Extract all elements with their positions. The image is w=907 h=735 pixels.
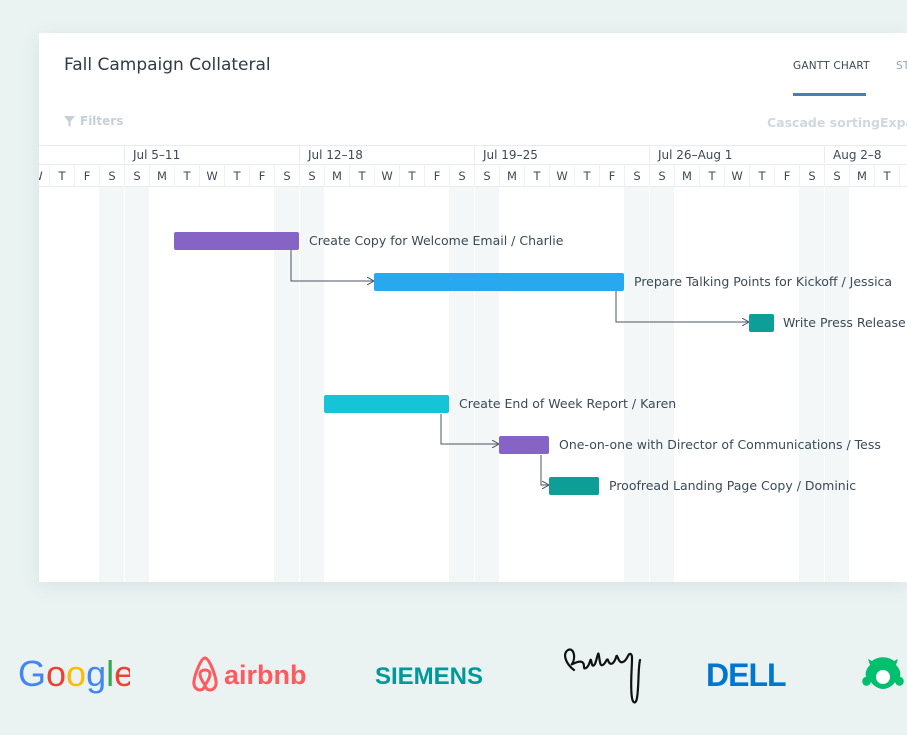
task-label: Proofread Landing Page Copy / Dominic — [609, 478, 857, 493]
dell-wordmark: DELL — [706, 659, 786, 691]
airbnb-wordmark: airbnb — [224, 660, 307, 690]
task-bar[interactable] — [324, 395, 449, 413]
dependency-lines — [290, 250, 907, 582]
cascade-sorting-button[interactable]: Cascade sorting — [767, 115, 880, 130]
expand-button[interactable]: Expa — [880, 115, 907, 130]
tab-other[interactable]: ST — [896, 60, 907, 72]
google-logo: Google — [18, 653, 130, 694]
task-bar[interactable] — [749, 314, 774, 332]
task-label: Create End of Week Report / Karen — [459, 396, 677, 411]
task-bar[interactable] — [174, 232, 299, 250]
ogilvy-signature — [564, 648, 642, 704]
task-label: One-on-one with Director of Communicatio… — [559, 437, 881, 452]
tab-gantt-chart[interactable]: GANTT CHART — [793, 60, 870, 72]
filter-icon — [64, 115, 75, 127]
ogilvy-logo — [564, 648, 642, 704]
task-bar[interactable] — [549, 477, 599, 495]
dependency-arrow — [540, 455, 549, 485]
gantt-card: Fall Campaign Collateral GANTT CHART ST … — [39, 33, 907, 582]
project-title: Fall Campaign Collateral — [64, 55, 271, 75]
filters-button[interactable]: Filters — [64, 114, 123, 128]
siemens-logo: SIEMENS — [375, 663, 483, 690]
task-bar[interactable] — [499, 436, 549, 454]
dependency-arrow — [290, 250, 374, 281]
dependency-arrow — [440, 414, 499, 444]
airbnb-icon — [192, 656, 218, 692]
filters-label: Filters — [80, 114, 124, 128]
dell-logo: DELL — [706, 659, 787, 691]
google-logo-text: Google — [18, 653, 130, 694]
airbnb-logo: airbnb — [192, 656, 307, 692]
surveymonkey-icon — [862, 657, 904, 689]
gantt-timeline: Jul 5–11 Jul 12–18 Jul 19–25 Jul 26–Aug … — [39, 145, 907, 582]
task-label: Write Press Release / — [783, 315, 907, 330]
task-label: Create Copy for Welcome Email / Charlie — [309, 233, 564, 248]
siemens-wordmark: SIEMENS — [375, 663, 483, 690]
active-tab-indicator — [793, 93, 866, 96]
task-label: Prepare Talking Points for Kickoff / Jes… — [634, 274, 893, 289]
dependency-arrow — [615, 291, 749, 322]
task-bar[interactable] — [374, 273, 624, 291]
